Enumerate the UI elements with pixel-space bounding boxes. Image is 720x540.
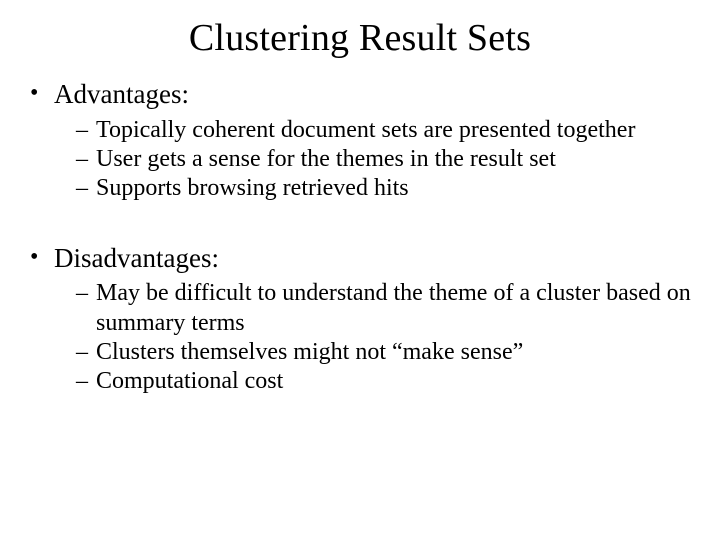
section-heading: Advantages: <box>54 79 189 109</box>
section-disadvantages: Disadvantages: May be difficult to under… <box>30 242 700 397</box>
sub-list: May be difficult to understand the theme… <box>54 279 700 396</box>
sub-list: Topically coherent document sets are pre… <box>54 116 700 204</box>
list-item: May be difficult to understand the theme… <box>76 279 700 338</box>
list-item: Clusters themselves might not “make sens… <box>76 338 700 367</box>
list-item: Computational cost <box>76 367 700 396</box>
list-item: User gets a sense for the themes in the … <box>76 145 700 174</box>
bullet-list: Disadvantages: May be difficult to under… <box>20 242 700 397</box>
list-item: Topically coherent document sets are pre… <box>76 116 700 145</box>
list-item: Supports browsing retrieved hits <box>76 174 700 203</box>
slide: Clustering Result Sets Advantages: Topic… <box>0 0 720 540</box>
bullet-list: Advantages: Topically coherent document … <box>20 78 700 204</box>
section-heading: Disadvantages: <box>54 243 219 273</box>
spacer <box>20 212 700 242</box>
slide-title: Clustering Result Sets <box>20 16 700 60</box>
section-advantages: Advantages: Topically coherent document … <box>30 78 700 204</box>
